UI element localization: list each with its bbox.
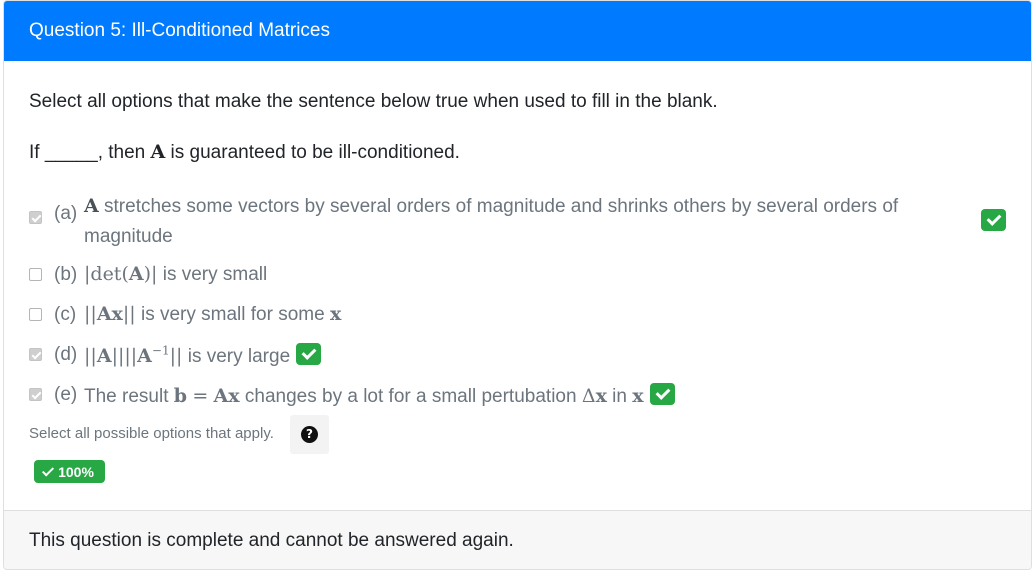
help-text: Select all possible options that apply. [29,425,274,442]
option-text: The result b = Ax changes by a lot for a… [84,383,675,408]
question-prompt: Select all options that make the sentenc… [29,91,718,112]
blank: _____ [44,142,98,163]
question-circle-icon[interactable] [290,415,329,454]
correct-badge-icon [649,383,675,405]
option-letter: (e) [54,384,78,405]
option-letter: (c) [54,304,77,325]
option-text: ||A||||A−1|| is very large [84,343,322,368]
checkbox-option-b[interactable] [29,268,42,281]
checkbox-option-e[interactable] [29,388,42,401]
option-letter: (d) [54,344,78,365]
option-a[interactable]: (a) A stretches some vectors by several … [29,191,1009,251]
correct-badge-icon [296,343,322,365]
question-footer: This question is complete and cannot be … [4,510,1031,569]
score-badge: 100% [34,460,105,483]
question-body: Select all options that make the sentenc… [4,61,1031,510]
checkbox-option-a[interactable] [29,211,42,224]
question-header: Question 5: Ill-Conditioned Matrices [4,1,1031,61]
matrix-symbol: A [150,141,166,163]
option-text: A stretches some vectors by several orde… [84,195,899,247]
question-card: Question 5: Ill-Conditioned Matrices Sel… [3,0,1032,570]
check-icon [42,463,55,477]
checkbox-option-d[interactable] [29,348,42,361]
option-letter: (a) [54,203,78,224]
option-text: ||Ax|| is very small for some x [84,303,342,325]
question-sentence: If _____, then A is guaranteed to be ill… [29,141,460,163]
footer-text: This question is complete and cannot be … [29,530,514,551]
checkbox-option-c[interactable] [29,308,42,321]
question-title: Question 5: Ill-Conditioned Matrices [29,20,330,41]
option-letter: (b) [54,264,78,285]
option-text: |det(A)| is very small [84,263,268,285]
correct-badge-icon [981,209,1006,231]
